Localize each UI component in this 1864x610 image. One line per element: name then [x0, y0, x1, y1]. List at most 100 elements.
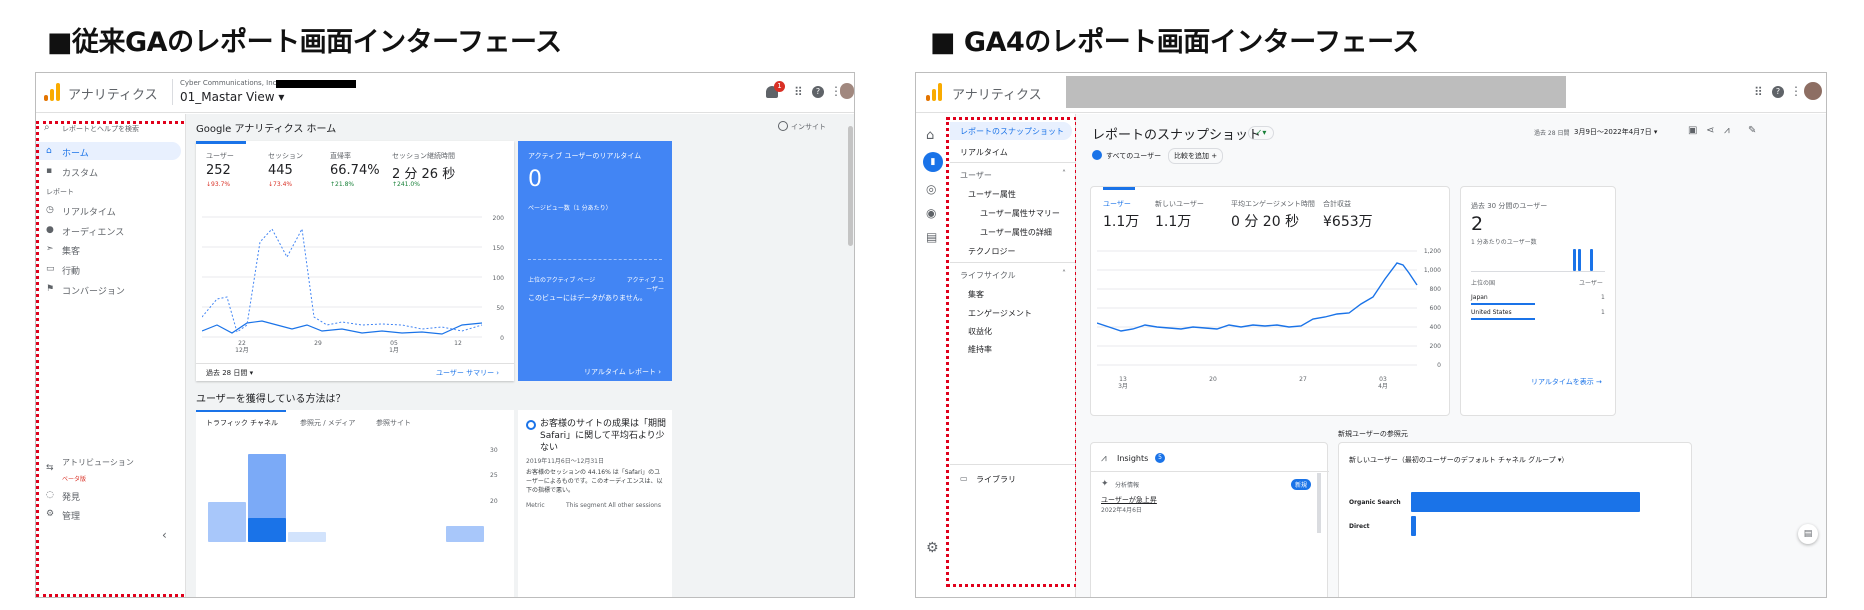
ga4-insight-tag: 分析情報	[1115, 482, 1140, 489]
ga4-insights-title: Insights	[1117, 454, 1149, 463]
ua-insight-card: お客様のサイトの成果は「期間 Safari」に関して平均石より少ない 2019年…	[518, 410, 672, 597]
ga4-line-chart: 1,200 1,000 800 600 400 200 0 133月 20 27 034月	[1097, 248, 1442, 390]
rt-bar-3	[1590, 249, 1593, 271]
ga4-screenshot: アナリティクス ⠿ ? ⋮ ⌂ ▮ ◎ ◉ ▤ ⚙ レポートのスナップショット …	[915, 72, 1827, 598]
apps-grid-icon[interactable]: ⠿	[1754, 85, 1763, 99]
ga4-view-realtime-link[interactable]: リアルタイムを表示 →	[1531, 377, 1602, 387]
analytics-logo-icon	[926, 83, 942, 101]
ua-metric-label[interactable]: 直帰率	[330, 151, 351, 161]
avatar[interactable]	[1804, 82, 1822, 100]
acq-bar-3	[288, 532, 326, 542]
ua-app-name: アナリティクス	[68, 88, 158, 103]
acq-bar-2b	[248, 518, 286, 542]
ua-x-tick: 05	[390, 340, 398, 347]
ga4-channel-title[interactable]: 新しいユーザー（最初のユーザーのデフォルト チャネル グループ ▾）	[1349, 455, 1568, 465]
channel-label-organic: Organic Search	[1349, 499, 1401, 506]
ga4-redacted-property	[1066, 76, 1566, 108]
ga4-y-tick: 600	[1430, 305, 1442, 312]
ua-users-line	[202, 227, 483, 333]
ua-metric-value: 66.74%	[330, 163, 380, 178]
configure-icon[interactable]: ▤	[926, 230, 937, 244]
ga4-y-tick: 0	[1437, 362, 1441, 369]
gear-icon[interactable]: ⚙	[926, 540, 939, 556]
notification-count-badge: 1	[774, 81, 785, 92]
insights-trend-icon: ⩘	[1101, 453, 1107, 464]
ua-account-breadcrumb[interactable]: Cyber Communications, Inc >	[180, 79, 285, 87]
avatar[interactable]	[840, 83, 854, 99]
tab-traffic-channel[interactable]: トラフィック チャネル	[206, 418, 278, 428]
ga4-rt-users-1: 1	[1601, 294, 1605, 301]
ua-realtime-value: 0	[528, 167, 542, 192]
ga4-metric-value: 1.1万	[1155, 214, 1192, 230]
ua-scrollbar[interactable]	[848, 126, 853, 246]
verified-check-icon[interactable]: ✓▾	[1248, 126, 1274, 140]
ua-metric-value: 2 分 26 秒	[392, 167, 456, 182]
ua-metric-delta: ↓73.4%	[268, 181, 293, 188]
ga4-insights-card: ⩘ Insights 5 ✦ 分析情報 新規 ユーザーが急上昇 2022年4月6…	[1090, 442, 1329, 597]
ga4-metric-label[interactable]: 新しいユーザー	[1155, 199, 1204, 209]
ga4-metric-label[interactable]: ユーザー	[1103, 199, 1131, 209]
help-icon[interactable]: ?	[812, 86, 824, 98]
feedback-button[interactable]: ▤	[1798, 524, 1818, 544]
ua-metric-value: 445	[268, 163, 293, 178]
ua-date-range-selector[interactable]: 過去 28 日間 ▾	[206, 368, 253, 378]
ua-line-chart: 200 150 100 50 0 2212月 29 051月 12	[202, 215, 505, 354]
date-range-prefix: 過去 28 日間	[1534, 130, 1570, 137]
all-users-chip[interactable]: すべてのユーザー	[1106, 151, 1161, 161]
ua-view-selector[interactable]: 01_Mastar View ▾	[180, 90, 284, 104]
user-summary-link[interactable]: ユーザー サマリー ›	[436, 368, 499, 378]
ga4-metric-label[interactable]: 平均エンゲージメント時間	[1231, 199, 1315, 209]
ua-main: Google アナリティクス ホーム インサイト ユーザー 252 ↓93.7% セッ…	[186, 114, 854, 597]
ga4-y-tick: 400	[1430, 324, 1442, 331]
ua-realtime-report-link[interactable]: リアルタイム レポート ›	[584, 367, 661, 377]
ga4-insight-new-badge: 新規	[1291, 479, 1312, 490]
ua-metric-label[interactable]: セッション継続時間	[392, 151, 455, 161]
edit-pencil-icon[interactable]: ✎	[1748, 125, 1756, 136]
ga4-metric-label[interactable]: 合計収益	[1323, 199, 1351, 209]
reports-icon[interactable]: ▮	[923, 152, 943, 172]
ga4-x-tick: 4月	[1378, 383, 1388, 390]
ga4-realtime-card: 過去 30 分間のユーザー 2 1 分あたりのユーザー数 上位の国 ユーザー J…	[1460, 186, 1616, 416]
ga4-rt-users-2: 1	[1601, 309, 1605, 316]
analytics-logo-icon	[44, 83, 60, 101]
acq-bar-4	[446, 526, 484, 542]
ga4-x-tick: 27	[1299, 376, 1307, 383]
ga4-rt-sub: 1 分あたりのユーザー数	[1471, 239, 1537, 246]
ga4-date-range-selector[interactable]: 3月9日～2022年4月7日 ▾	[1574, 127, 1657, 137]
home-icon[interactable]: ⌂	[926, 128, 934, 143]
tab-source-medium[interactable]: 参照元 / メディア	[300, 418, 355, 428]
ga4-insights-scrollbar[interactable]	[1317, 473, 1321, 533]
ua-realtime-sub: ページビュー数（1 分あたり）	[528, 205, 612, 212]
help-icon[interactable]: ?	[1772, 86, 1784, 98]
ua-overview-card: ユーザー 252 ↓93.7% セッション 445 ↓73.4% 直帰率 66.74% ↑21.…	[196, 141, 514, 381]
share-icon[interactable]: ⋖	[1706, 125, 1714, 136]
more-vert-icon[interactable]: ⋮	[1790, 84, 1802, 98]
ga4-insight-text[interactable]: ユーザーが急上昇	[1101, 495, 1157, 505]
ua-metric-value: 252	[206, 163, 231, 178]
ua-y-tick: 150	[493, 245, 505, 252]
explore-icon[interactable]: ◎	[926, 182, 936, 196]
ua-metric-delta: ↓93.7%	[206, 181, 231, 188]
ga4-metric-value: 1.1万	[1103, 214, 1140, 230]
all-users-chip-icon	[1092, 150, 1102, 160]
tab-referrals[interactable]: 参照サイト	[376, 418, 411, 428]
ua-x-tick: 22	[238, 340, 246, 347]
ua-metric-label[interactable]: ユーザー	[206, 151, 234, 161]
insights-trend-icon[interactable]: ⩘	[1724, 125, 1730, 136]
ga4-x-tick: 03	[1379, 376, 1387, 383]
rt-bar-2	[1578, 249, 1581, 271]
advertising-icon[interactable]: ◉	[926, 206, 936, 220]
ga4-app-name: アナリティクス	[952, 88, 1042, 103]
acq-bar-1	[208, 502, 246, 542]
customize-report-icon[interactable]: ▣	[1688, 125, 1697, 136]
ua-sidebar-highlight	[36, 121, 190, 597]
redacted-block	[276, 80, 356, 88]
ga4-rt-value: 2	[1471, 213, 1484, 235]
channel-label-direct: Direct	[1349, 523, 1370, 530]
apps-grid-icon[interactable]: ⠿	[794, 85, 803, 99]
add-comparison-button[interactable]: 比較を追加 +	[1168, 148, 1224, 164]
insight-button[interactable]: インサイト	[791, 122, 826, 132]
insight-icon[interactable]	[778, 121, 788, 131]
ua-metric-label[interactable]: セッション	[268, 151, 303, 161]
ga4-icon-rail: ⌂ ▮ ◎ ◉ ▤ ⚙	[916, 114, 950, 597]
